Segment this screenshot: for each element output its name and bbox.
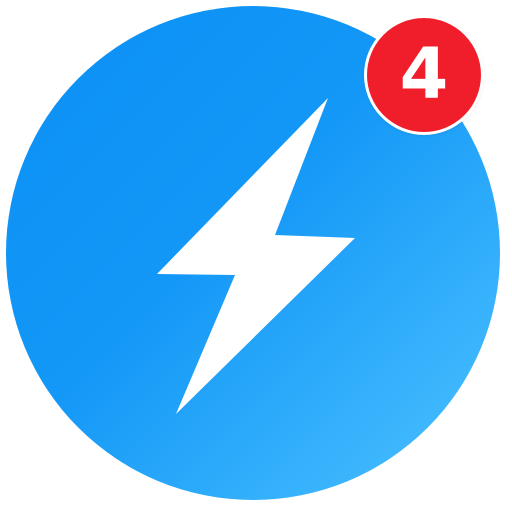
badge-count: 4 [399,33,449,115]
app-icon[interactable]: 4 [0,0,512,512]
notification-badge: 4 [364,15,484,135]
